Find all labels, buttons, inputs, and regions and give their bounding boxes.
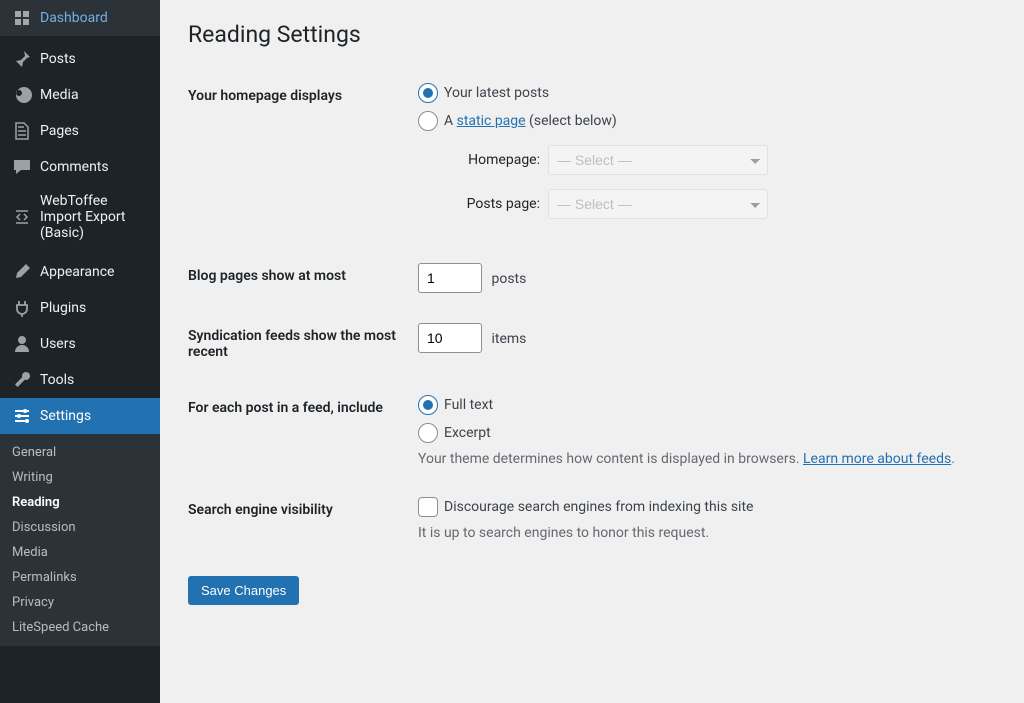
- homepage-select[interactable]: — Select —: [548, 145, 768, 175]
- comment-icon: [12, 157, 32, 177]
- save-changes-button[interactable]: Save Changes: [188, 576, 299, 605]
- posts-page-select-label: Posts page:: [448, 196, 548, 212]
- feed-description: Your theme determines how content is dis…: [418, 451, 986, 467]
- discourage-search-label[interactable]: Discourage search engines from indexing …: [444, 499, 753, 515]
- sidebar-item-label: Comments: [40, 159, 109, 175]
- main-content: Reading Settings Your homepage displays …: [160, 0, 1024, 703]
- radio-static-page-label[interactable]: A static page (select below): [444, 113, 617, 129]
- radio-full-text[interactable]: [418, 395, 438, 415]
- settings-submenu: GeneralWritingReadingDiscussionMediaPerm…: [0, 434, 160, 646]
- radio-static-page[interactable]: [418, 111, 438, 131]
- syndication-input[interactable]: [418, 323, 482, 353]
- submenu-item-writing[interactable]: Writing: [0, 465, 160, 490]
- sidebar-item-tools[interactable]: Tools: [0, 362, 160, 398]
- field-label-syndication: Syndication feeds show the most recent: [188, 308, 408, 380]
- sidebar-item-settings[interactable]: Settings: [0, 398, 160, 434]
- submenu-item-litespeed-cache[interactable]: LiteSpeed Cache: [0, 615, 160, 640]
- submenu-item-privacy[interactable]: Privacy: [0, 590, 160, 615]
- syndication-unit: items: [491, 331, 526, 347]
- sidebar-item-label: Plugins: [40, 300, 86, 316]
- settings-icon: [12, 406, 32, 426]
- sidebar-item-dashboard[interactable]: Dashboard: [0, 0, 160, 36]
- sidebar-item-label: Tools: [40, 372, 74, 388]
- sidebar-item-label: Users: [40, 336, 76, 352]
- sidebar-item-label: Posts: [40, 51, 76, 67]
- sidebar-item-label: Media: [40, 87, 79, 103]
- brush-icon: [12, 262, 32, 282]
- radio-latest-posts-label[interactable]: Your latest posts: [444, 85, 549, 101]
- sidebar-item-media[interactable]: Media: [0, 77, 160, 113]
- plugin-icon: [12, 298, 32, 318]
- sidebar-item-label: WebToffee Import Export (Basic): [40, 193, 152, 241]
- sidebar-item-label: Pages: [40, 123, 79, 139]
- sidebar-item-webtoffee-import-export-basic[interactable]: WebToffee Import Export (Basic): [0, 185, 160, 249]
- page-icon: [12, 121, 32, 141]
- radio-excerpt-label[interactable]: Excerpt: [444, 425, 491, 441]
- sidebar-item-plugins[interactable]: Plugins: [0, 290, 160, 326]
- sidebar-item-appearance[interactable]: Appearance: [0, 254, 160, 290]
- dashboard-icon: [12, 8, 32, 28]
- blog-pages-input[interactable]: [418, 263, 482, 293]
- radio-full-text-label[interactable]: Full text: [444, 397, 493, 413]
- field-label-homepage-displays: Your homepage displays: [188, 68, 408, 248]
- field-label-search-visibility: Search engine visibility: [188, 482, 408, 556]
- submenu-item-discussion[interactable]: Discussion: [0, 515, 160, 540]
- submenu-item-reading[interactable]: Reading: [0, 490, 160, 515]
- page-title: Reading Settings: [188, 12, 996, 68]
- search-visibility-desc: It is up to search engines to honor this…: [418, 525, 986, 541]
- sidebar-item-posts[interactable]: Posts: [0, 41, 160, 77]
- submenu-item-media[interactable]: Media: [0, 540, 160, 565]
- user-icon: [12, 334, 32, 354]
- admin-sidebar: Dashboard Posts Media Pages Comments WebToffe…: [0, 0, 160, 703]
- learn-more-feeds-link[interactable]: Learn more about feeds: [803, 451, 951, 467]
- wrench-icon: [12, 370, 32, 390]
- static-page-link[interactable]: static page: [457, 113, 526, 129]
- sidebar-item-comments[interactable]: Comments: [0, 149, 160, 185]
- sidebar-item-users[interactable]: Users: [0, 326, 160, 362]
- discourage-search-checkbox[interactable]: [418, 497, 438, 517]
- pin-icon: [12, 49, 32, 69]
- sidebar-item-label: Dashboard: [40, 10, 108, 26]
- sidebar-item-label: Appearance: [40, 264, 114, 280]
- media-icon: [12, 85, 32, 105]
- submenu-item-general[interactable]: General: [0, 440, 160, 465]
- radio-excerpt[interactable]: [418, 423, 438, 443]
- blog-pages-unit: posts: [491, 271, 526, 287]
- homepage-select-label: Homepage:: [448, 152, 548, 168]
- posts-page-select[interactable]: — Select —: [548, 189, 768, 219]
- radio-latest-posts[interactable]: [418, 83, 438, 103]
- field-label-blog-pages: Blog pages show at most: [188, 248, 408, 308]
- import-icon: [12, 207, 32, 227]
- sidebar-item-label: Settings: [40, 408, 91, 424]
- sidebar-item-pages[interactable]: Pages: [0, 113, 160, 149]
- field-label-feed-include: For each post in a feed, include: [188, 380, 408, 482]
- settings-form-table: Your homepage displays Your latest posts…: [188, 68, 996, 556]
- submenu-item-permalinks[interactable]: Permalinks: [0, 565, 160, 590]
